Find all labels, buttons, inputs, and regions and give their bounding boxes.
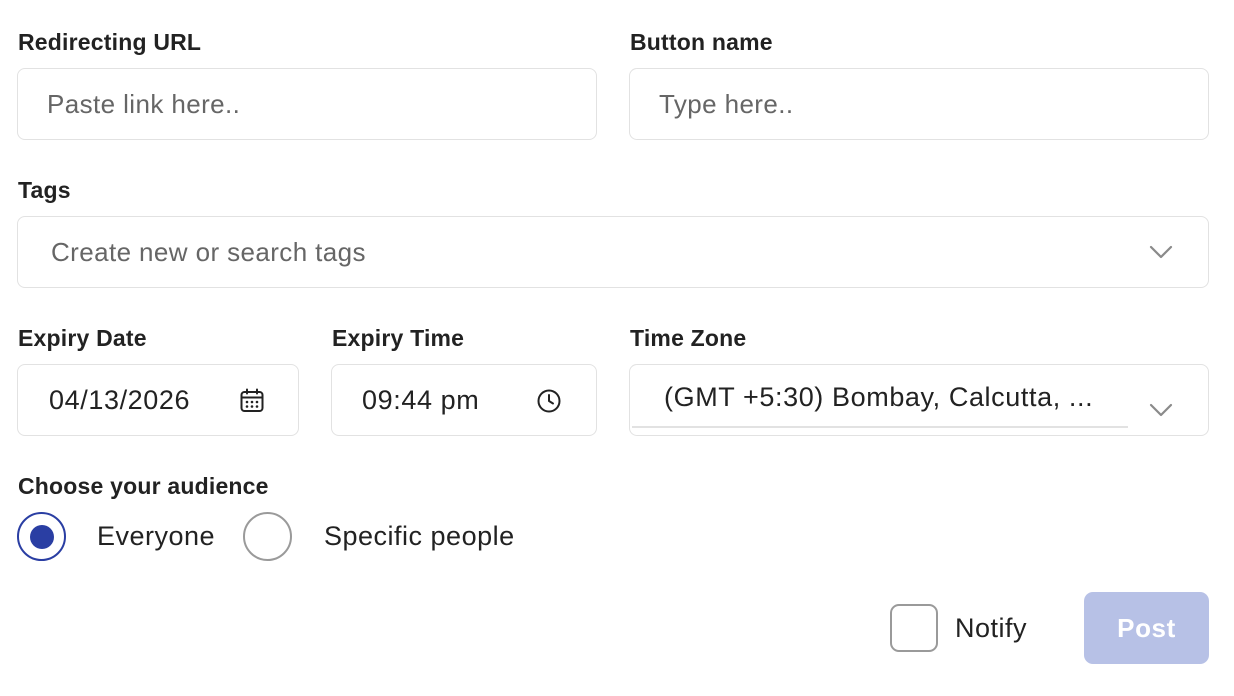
expiry-time-field[interactable]: 09:44 pm bbox=[331, 364, 597, 436]
button-name-field[interactable] bbox=[629, 68, 1209, 140]
time-zone-value[interactable]: (GMT +5:30) Bombay, Calcutta, ... bbox=[664, 382, 1126, 413]
tags-label: Tags bbox=[18, 177, 71, 203]
redirect-url-input[interactable] bbox=[18, 88, 596, 120]
button-name-label: Button name bbox=[630, 29, 773, 55]
expiry-date-value[interactable]: 04/13/2026 bbox=[49, 385, 190, 416]
time-zone-label: Time Zone bbox=[630, 325, 747, 351]
time-zone-underline bbox=[632, 426, 1128, 428]
redirect-url-field[interactable] bbox=[17, 68, 597, 140]
calendar-icon[interactable] bbox=[239, 388, 265, 414]
notify-label[interactable]: Notify bbox=[955, 613, 1027, 644]
chevron-down-icon[interactable] bbox=[1148, 402, 1174, 418]
time-zone-select[interactable]: (GMT +5:30) Bombay, Calcutta, ... bbox=[629, 364, 1209, 436]
expiry-date-field[interactable]: 04/13/2026 bbox=[17, 364, 299, 436]
tags-select[interactable] bbox=[17, 216, 1209, 288]
tags-input[interactable] bbox=[18, 236, 1208, 268]
clock-icon[interactable] bbox=[536, 388, 562, 414]
redirect-url-label: Redirecting URL bbox=[18, 29, 202, 55]
expiry-date-label: Expiry Date bbox=[18, 325, 147, 351]
radio-selected-dot bbox=[29, 524, 54, 549]
expiry-time-label: Expiry Time bbox=[332, 325, 465, 351]
radio-everyone-label[interactable]: Everyone bbox=[97, 521, 215, 552]
chevron-down-icon[interactable] bbox=[1148, 244, 1174, 260]
expiry-time-value[interactable]: 09:44 pm bbox=[362, 385, 479, 416]
radio-specific-people[interactable] bbox=[243, 512, 292, 561]
radio-specific-people-label[interactable]: Specific people bbox=[324, 521, 515, 552]
radio-everyone[interactable] bbox=[17, 512, 66, 561]
post-button[interactable]: Post bbox=[1084, 592, 1209, 664]
notify-checkbox[interactable] bbox=[890, 604, 938, 652]
audience-label: Choose your audience bbox=[18, 473, 269, 499]
button-name-input[interactable] bbox=[630, 88, 1208, 120]
